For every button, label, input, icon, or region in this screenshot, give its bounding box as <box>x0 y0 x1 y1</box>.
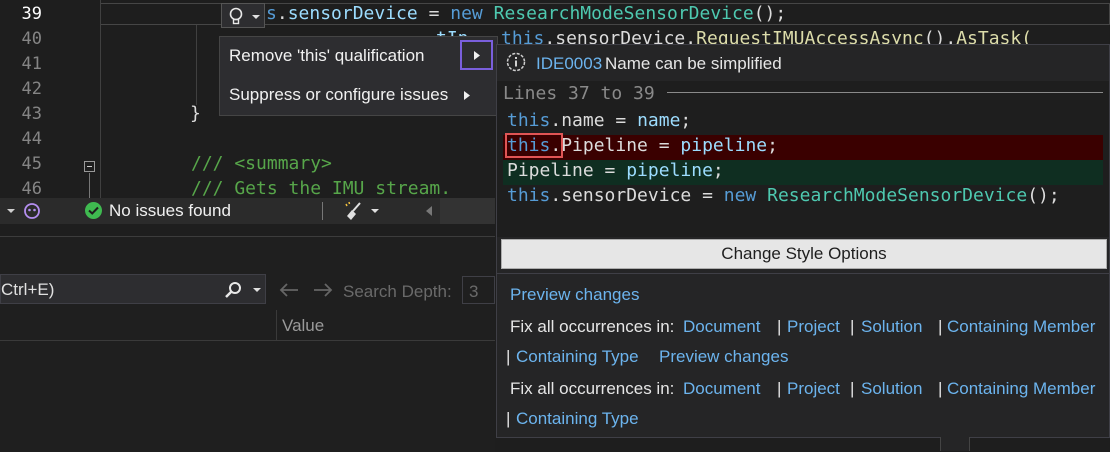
fix-scope-project[interactable]: Project <box>787 379 840 399</box>
line-number: 43 <box>21 104 42 124</box>
fix-preview-popup: IDE0003 Name can be simplified Lines 37 … <box>496 44 1110 438</box>
forward-arrow-icon[interactable] <box>312 282 334 298</box>
fix-all-label: Fix all occurrences in: <box>510 317 675 336</box>
fix-scope-solution[interactable]: Solution <box>861 317 922 337</box>
separator: | <box>777 317 782 336</box>
code-line-46: /// Gets the IMU stream. <box>191 178 452 198</box>
separator: | <box>938 317 943 336</box>
info-icon <box>506 52 526 72</box>
fix-scope-containing-type[interactable]: Containing Type <box>516 347 639 367</box>
line-number: 41 <box>21 54 42 74</box>
fix-scope-containing-member[interactable]: Containing Member <box>947 379 1095 399</box>
chevron-right-icon <box>464 91 470 100</box>
separator: | <box>850 317 855 336</box>
search-depth-value: 3 <box>469 282 479 301</box>
fix-scope-solution[interactable]: Solution <box>861 379 922 399</box>
separator: | <box>938 379 943 398</box>
line-number: 39 <box>21 4 42 24</box>
separator: | <box>506 347 511 366</box>
line-number: 46 <box>21 179 42 198</box>
preview-changes-link[interactable]: Preview changes <box>510 285 639 305</box>
fix-all-label: Fix all occurrences in: <box>510 379 675 398</box>
line-number: 44 <box>21 129 42 149</box>
menu-item-remove-this-qualification[interactable]: Remove 'this' qualification <box>220 37 497 75</box>
fix-scope-project[interactable]: Project <box>787 317 840 337</box>
search-icon[interactable] <box>223 280 243 300</box>
horizontal-scrollbar[interactable] <box>440 198 495 224</box>
column-divider[interactable] <box>276 310 277 340</box>
outline-guide <box>89 173 90 198</box>
scrollbar-fragment[interactable] <box>940 437 970 451</box>
lightbulb-button[interactable] <box>221 3 265 28</box>
preview-code-line: this.name = name; <box>507 110 692 131</box>
chevron-down-icon[interactable] <box>6 207 16 215</box>
removed-text-highlight-box <box>505 133 563 158</box>
code-line-45: /// <summary> <box>191 153 332 174</box>
fix-scope-containing-type[interactable]: Containing Type <box>516 409 639 429</box>
preview-code-line-added: Pipeline = pipeline; <box>507 160 724 181</box>
chevron-down-icon <box>252 15 260 19</box>
fix-scope-document[interactable]: Document <box>683 317 760 337</box>
watch-panel: Ctrl+E) Search Depth: 3 Value <box>0 236 495 452</box>
check-circle-icon <box>85 202 102 219</box>
preview-code-line: this.sensorDevice = new ResearchModeSens… <box>507 185 1060 206</box>
diagnostic-message: Name can be simplified <box>605 54 782 73</box>
scroll-left-icon[interactable] <box>424 205 434 217</box>
quick-actions-menu: Remove 'this' qualification Suppress or … <box>219 36 498 116</box>
separator: | <box>850 379 855 398</box>
column-header-row: Value <box>0 310 495 341</box>
separator: | <box>506 409 511 428</box>
submenu-expand-button[interactable] <box>460 40 493 70</box>
indent-guide <box>100 0 101 198</box>
header-rule <box>667 92 1103 93</box>
divider <box>497 273 1109 274</box>
lightbulb-icon <box>229 7 243 25</box>
menu-item-label: Remove 'this' qualification <box>229 46 425 65</box>
copilot-icon[interactable] <box>22 201 42 221</box>
code-line-43: } <box>190 103 201 124</box>
line-number: 40 <box>21 29 42 49</box>
search-depth-input[interactable]: 3 <box>462 276 495 304</box>
menu-item-suppress-or-configure[interactable]: Suppress or configure issues <box>220 76 497 114</box>
lines-range-header: Lines 37 to 39 <box>503 83 655 104</box>
search-input-text: Ctrl+E) <box>1 280 55 299</box>
separator: | <box>777 379 782 398</box>
preview-changes-link[interactable]: Preview changes <box>659 347 788 367</box>
chevron-down-icon[interactable] <box>370 207 380 215</box>
code-diff-preview: Lines 37 to 39 this.name = name; this.Pi… <box>497 81 1109 237</box>
collapse-toggle[interactable] <box>84 161 95 172</box>
change-style-options-button[interactable]: Change Style Options <box>501 239 1107 269</box>
line-number: 45 <box>21 154 42 174</box>
fix-scope-containing-member[interactable]: Containing Member <box>947 317 1095 337</box>
diagnostic-id-link[interactable]: IDE0003 <box>536 54 602 74</box>
menu-item-label: Suppress or configure issues <box>229 85 449 104</box>
broom-icon[interactable] <box>343 200 365 222</box>
chevron-down-icon[interactable] <box>252 286 262 294</box>
chevron-right-icon <box>474 51 480 60</box>
line-number: 42 <box>21 79 42 99</box>
editor-status-bar: No issues found <box>0 198 495 224</box>
issues-status-text[interactable]: No issues found <box>109 201 231 221</box>
indent-guide <box>196 25 197 105</box>
fix-scope-document[interactable]: Document <box>683 379 760 399</box>
search-depth-label: Search Depth: <box>343 282 452 301</box>
code-line-39: s.sensorDevice = new ResearchModeSensorD… <box>266 3 787 24</box>
back-arrow-icon[interactable] <box>278 282 300 298</box>
column-header-value[interactable]: Value <box>282 316 324 336</box>
search-input[interactable]: Ctrl+E) <box>0 274 266 304</box>
status-divider <box>322 202 323 220</box>
